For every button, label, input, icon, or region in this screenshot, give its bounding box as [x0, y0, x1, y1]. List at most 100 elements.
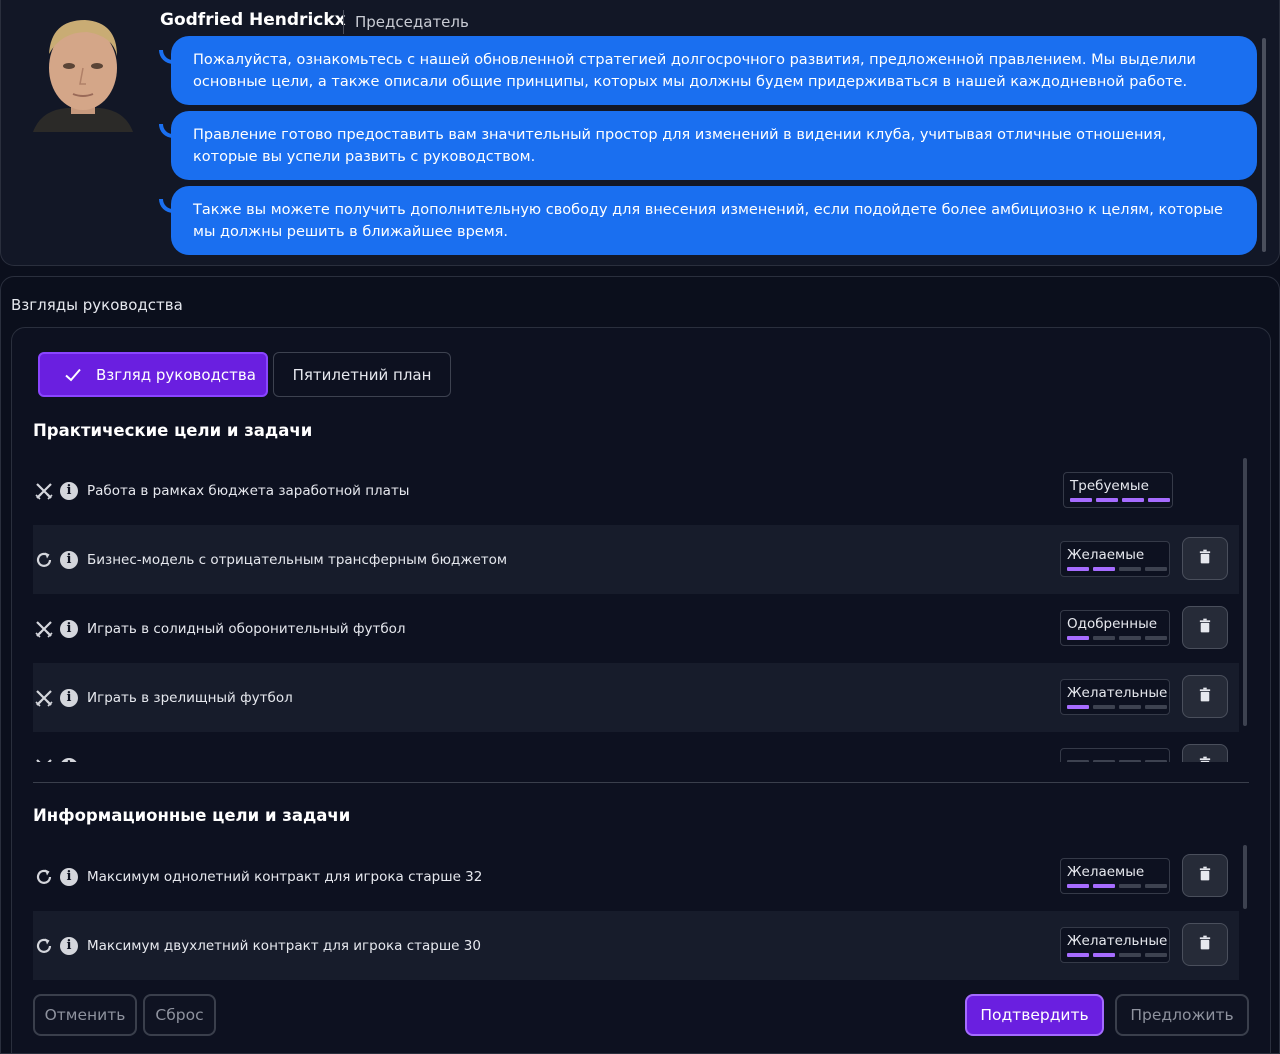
chat-message-2: Правление готово предоставить вам значит…	[171, 111, 1257, 180]
priority-level-bar	[1070, 498, 1092, 502]
priority-level-bars	[1067, 567, 1169, 571]
practical-scrollbar[interactable]	[1243, 458, 1247, 726]
confirm-button[interactable]: Подтвердить	[965, 994, 1104, 1036]
priority-level-bars	[1070, 498, 1172, 502]
goal-label: Играть в солидный оборонительный футбол	[87, 620, 406, 637]
goal-row: i	[33, 732, 1239, 762]
delete-goal-button[interactable]	[1182, 854, 1228, 897]
propose-button[interactable]: Предложить	[1115, 994, 1249, 1036]
trash-icon	[1199, 687, 1211, 706]
priority-level-bars	[1067, 636, 1169, 640]
chat-message-3: Также вы можете получить дополнительную …	[171, 186, 1257, 255]
priority-level-bars	[1067, 705, 1169, 709]
priority-level-bars	[1067, 953, 1169, 957]
priority-level-bar	[1067, 705, 1089, 709]
chat-scrollbar[interactable]	[1262, 38, 1266, 252]
priority-level-bar	[1067, 636, 1089, 640]
priority-level-bar	[1119, 636, 1141, 640]
informational-goals-list: i Максимум однолетний контракт для игрока…	[33, 842, 1239, 980]
priority-level-bar	[1093, 884, 1115, 888]
priority-label: Требуемые	[1070, 478, 1149, 494]
practical-section-title: Практические цели и задачи	[33, 421, 313, 440]
info-icon[interactable]: i	[60, 936, 78, 955]
info-icon[interactable]: i	[60, 481, 78, 500]
practical-goals-list: i Работа в рамках бюджета заработной плат…	[33, 456, 1239, 762]
priority-badge[interactable]: Одобренные	[1060, 610, 1170, 646]
info-icon[interactable]: i	[60, 550, 78, 569]
priority-label: Желаемые	[1067, 547, 1145, 563]
priority-label: Одобренные	[1067, 616, 1158, 632]
info-icon[interactable]: i	[60, 688, 78, 707]
priority-level-bar	[1067, 567, 1089, 571]
tab-label: Взгляд руководства	[96, 365, 256, 384]
priority-level-bar	[1093, 705, 1115, 709]
priority-level-bar	[1145, 567, 1167, 571]
info-icon[interactable]: i	[60, 619, 78, 638]
priority-badge[interactable]: Желаемые	[1060, 541, 1170, 577]
priority-level-bars	[1067, 760, 1169, 762]
priority-badge[interactable]: Желательные	[1060, 927, 1170, 963]
priority-level-bar	[1119, 884, 1141, 888]
chat-message-1: Пожалуйста, ознакомьтесь с нашей обновле…	[171, 36, 1257, 105]
trash-icon	[1199, 618, 1211, 637]
section-divider	[33, 782, 1249, 783]
priority-level-bar	[1145, 705, 1167, 709]
priority-level-bar	[1145, 884, 1167, 888]
trash-icon	[1199, 756, 1211, 762]
goal-row: i Максимум однолетний контракт для игрока…	[33, 842, 1239, 911]
refresh-icon	[34, 550, 54, 570]
priority-label: Желательные	[1067, 933, 1168, 949]
delete-goal-button[interactable]	[1182, 744, 1228, 762]
priority-level-bar	[1119, 760, 1141, 762]
refresh-icon	[34, 867, 54, 887]
priority-label: Желаемые	[1067, 864, 1145, 880]
tab-board-vision[interactable]: Взгляд руководства	[38, 352, 268, 397]
chairman-name: Godfried Hendrickx	[160, 10, 346, 30]
tab-five-year-plan[interactable]: Пятилетний план	[273, 352, 451, 397]
swords-icon	[34, 481, 54, 501]
informational-scrollbar[interactable]	[1243, 845, 1247, 909]
priority-level-bar	[1119, 567, 1141, 571]
priority-level-bar	[1119, 705, 1141, 709]
priority-badge[interactable]	[1060, 748, 1170, 762]
priority-level-bar	[1067, 953, 1089, 957]
priority-level-bar	[1093, 636, 1115, 640]
reset-button[interactable]: Сброс	[143, 994, 216, 1036]
info-icon[interactable]: i	[60, 757, 78, 762]
goal-label: Максимум двухлетний контракт для игрока …	[87, 937, 481, 954]
priority-level-bar	[1096, 498, 1118, 502]
goal-row: i Максимум двухлетний контракт для игрока…	[33, 911, 1239, 980]
priority-badge[interactable]: Требуемые	[1063, 472, 1173, 508]
panel-title: Взгляды руководства	[11, 296, 183, 314]
delete-goal-button[interactable]	[1182, 606, 1228, 649]
name-separator	[343, 10, 344, 34]
chairman-chat-panel: Godfried Hendrickx Председатель Пожалуйс…	[0, 0, 1280, 266]
priority-level-bar	[1148, 498, 1170, 502]
priority-level-bar	[1067, 884, 1089, 888]
delete-goal-button[interactable]	[1182, 537, 1228, 580]
trash-icon	[1199, 935, 1211, 954]
priority-level-bar	[1093, 760, 1115, 762]
priority-level-bar	[1119, 953, 1141, 957]
trash-icon	[1199, 549, 1211, 568]
priority-label: Желательные	[1067, 685, 1168, 701]
refresh-icon	[34, 936, 54, 956]
goal-label: Максимум однолетний контракт для игрока …	[87, 868, 483, 885]
goal-label: Бизнес-модель с отрицательным трансферны…	[87, 551, 508, 568]
swords-icon	[34, 619, 54, 639]
delete-goal-button[interactable]	[1182, 923, 1228, 966]
priority-badge[interactable]: Желаемые	[1060, 858, 1170, 894]
chairman-role: Председатель	[355, 13, 469, 31]
priority-level-bar	[1145, 953, 1167, 957]
delete-goal-button[interactable]	[1182, 675, 1228, 718]
goal-row: i Играть в зрелищный футбол Желательные	[33, 663, 1239, 732]
priority-level-bar	[1145, 760, 1167, 762]
cancel-button[interactable]: Отменить	[33, 994, 137, 1036]
swords-icon	[34, 688, 54, 708]
info-icon[interactable]: i	[60, 867, 78, 886]
priority-level-bar	[1067, 760, 1089, 762]
priority-badge[interactable]: Желательные	[1060, 679, 1170, 715]
checkmark-icon	[65, 368, 81, 381]
goal-label: Работа в рамках бюджета заработной платы	[87, 482, 410, 499]
priority-level-bar	[1122, 498, 1144, 502]
